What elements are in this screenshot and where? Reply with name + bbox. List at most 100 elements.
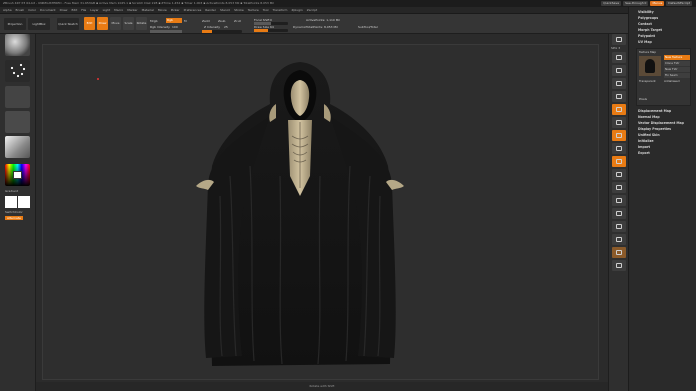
- scroll-button[interactable]: [612, 52, 626, 63]
- tray-initialize[interactable]: Initialize: [638, 139, 654, 143]
- zsub-toggle[interactable]: Zsub: [218, 19, 225, 23]
- spix-label[interactable]: SPix 3: [611, 46, 620, 50]
- menu-stroke[interactable]: Stroke: [234, 7, 244, 13]
- menu-brush[interactable]: Brush: [16, 7, 25, 13]
- persp-button[interactable]: [612, 104, 626, 115]
- move-view-button[interactable]: [612, 169, 626, 180]
- tray-morph-target[interactable]: Morph Target: [638, 28, 662, 32]
- projection-master-button[interactable]: Projection Master: [4, 18, 26, 38]
- ghost-button[interactable]: [612, 234, 626, 245]
- menu-preferences[interactable]: Preferences: [184, 7, 202, 13]
- gradient-label[interactable]: Gradient: [5, 189, 18, 193]
- move-button[interactable]: Move: [110, 17, 121, 30]
- lsym-button[interactable]: [612, 143, 626, 154]
- tray-displacement-map[interactable]: Displacement Map: [638, 109, 671, 113]
- menu-macro[interactable]: Macro: [114, 7, 123, 13]
- rotate-view-button[interactable]: [612, 195, 626, 206]
- solo-button[interactable]: [612, 247, 626, 258]
- menu-file[interactable]: File: [81, 7, 86, 13]
- menu-picker[interactable]: Picker: [171, 7, 180, 13]
- menu-alpha[interactable]: Alpha: [3, 7, 12, 13]
- stroke-icon[interactable]: [5, 60, 30, 82]
- mrgb-toggle[interactable]: Mrgb: [150, 19, 158, 23]
- local-button[interactable]: [612, 130, 626, 141]
- menu-zplugin[interactable]: Zplugin: [291, 7, 302, 13]
- alpha-icon[interactable]: [5, 86, 30, 108]
- line-fill-button[interactable]: [612, 208, 626, 219]
- z-intensity-slider[interactable]: [202, 30, 242, 33]
- tool-tray: Visibility Polygroups Contact Morph Targ…: [628, 7, 696, 391]
- zadd-toggle[interactable]: Zadd: [202, 19, 210, 23]
- zcut-toggle[interactable]: Zcut: [234, 19, 241, 23]
- material-icon[interactable]: [5, 136, 30, 158]
- scale-view-button[interactable]: [612, 182, 626, 193]
- m-toggle[interactable]: M: [184, 19, 187, 23]
- new-txtr-button[interactable]: New Txtr: [664, 67, 690, 72]
- draw-button[interactable]: Draw: [97, 17, 108, 30]
- lightbox-button[interactable]: LightBox: [28, 18, 50, 30]
- frame-button[interactable]: [612, 156, 626, 167]
- tray-export[interactable]: Export: [638, 151, 650, 155]
- texture-thumbnail[interactable]: [639, 56, 661, 76]
- menu-transform[interactable]: Transform: [273, 7, 288, 13]
- tray-vector-displacement-map[interactable]: Vector Displacement Map: [638, 121, 684, 125]
- aahalf-button[interactable]: [612, 91, 626, 102]
- texture-icon[interactable]: [5, 111, 30, 133]
- scale-icon: [616, 185, 622, 190]
- tray-display-properties[interactable]: Display Properties: [638, 127, 671, 131]
- tray-uv-map[interactable]: UV Map: [638, 40, 652, 44]
- antialiased-toggle[interactable]: Antialiased: [664, 79, 680, 83]
- zoom-button[interactable]: [612, 65, 626, 76]
- rgb-toggle[interactable]: Rgb: [166, 18, 182, 23]
- transparent-toggle[interactable]: Transparent: [639, 79, 656, 83]
- actual-button[interactable]: [612, 78, 626, 89]
- menu-marker[interactable]: Marker: [127, 7, 137, 13]
- secondary-color-swatch[interactable]: [18, 196, 30, 208]
- new-texture-button[interactable]: New Texture: [664, 55, 690, 60]
- menu-document[interactable]: Document: [40, 7, 56, 13]
- menus-button[interactable]: Menus: [650, 1, 665, 6]
- tray-import[interactable]: Import: [638, 145, 650, 149]
- hooded-figure-model[interactable]: [150, 56, 450, 370]
- tray-polygroups[interactable]: Polygroups: [638, 16, 658, 20]
- texture-map-title[interactable]: Texture Map: [639, 50, 656, 54]
- menu-material[interactable]: Material: [142, 7, 154, 13]
- fix-seam-button[interactable]: Fix Seam: [664, 73, 690, 78]
- brush-icon[interactable]: [5, 34, 30, 56]
- dynamic-toggle[interactable]: Dynamic: [293, 25, 306, 29]
- rotate-button[interactable]: Rotate: [136, 17, 147, 30]
- menu-light[interactable]: Light: [103, 7, 111, 13]
- menu-movie[interactable]: Movie: [158, 7, 167, 13]
- menu-color[interactable]: Color: [28, 7, 36, 13]
- switch-color-label[interactable]: SwitchColor: [5, 210, 23, 214]
- see-through-button[interactable]: See-through 0: [623, 1, 649, 6]
- primary-color-swatch[interactable]: [5, 196, 17, 208]
- edit-button[interactable]: Edit: [84, 17, 95, 30]
- color-picker[interactable]: [5, 164, 30, 186]
- tray-unified-skin[interactable]: Unified Skin: [638, 133, 660, 137]
- bpr-button[interactable]: [612, 34, 626, 45]
- tray-visibility[interactable]: Visibility: [638, 10, 654, 14]
- menu-texture[interactable]: Texture: [248, 7, 259, 13]
- menu-render[interactable]: Render: [205, 7, 216, 13]
- xpose-button[interactable]: [612, 260, 626, 271]
- menu-stencil[interactable]: Stencil: [220, 7, 230, 13]
- tray-polypaint[interactable]: Polypaint: [638, 34, 655, 38]
- tray-normal-map[interactable]: Normal Map: [638, 115, 660, 119]
- menu-draw[interactable]: Draw: [60, 7, 68, 13]
- rgb-intensity-slider[interactable]: [150, 30, 182, 33]
- scale-button[interactable]: Scale: [123, 17, 134, 30]
- menu-edit[interactable]: Edit: [71, 7, 77, 13]
- menu-tool[interactable]: Tool: [263, 7, 269, 13]
- floor-button[interactable]: [612, 117, 626, 128]
- draw-size-slider[interactable]: [254, 29, 288, 32]
- menu-layer[interactable]: Layer: [90, 7, 98, 13]
- clone-txtr-button[interactable]: Clone Txtr: [664, 61, 690, 66]
- transp-button[interactable]: [612, 221, 626, 232]
- alternate-button[interactable]: Alternate: [5, 216, 23, 220]
- tray-contact[interactable]: Contact: [638, 22, 652, 26]
- quicksave-button[interactable]: QuickSave: [601, 1, 622, 6]
- menu-zscript[interactable]: Zscript: [307, 7, 317, 13]
- default-zscript-button[interactable]: DefaultZScript: [666, 1, 692, 6]
- quick-sketch-button[interactable]: Quick Sketch: [57, 18, 79, 30]
